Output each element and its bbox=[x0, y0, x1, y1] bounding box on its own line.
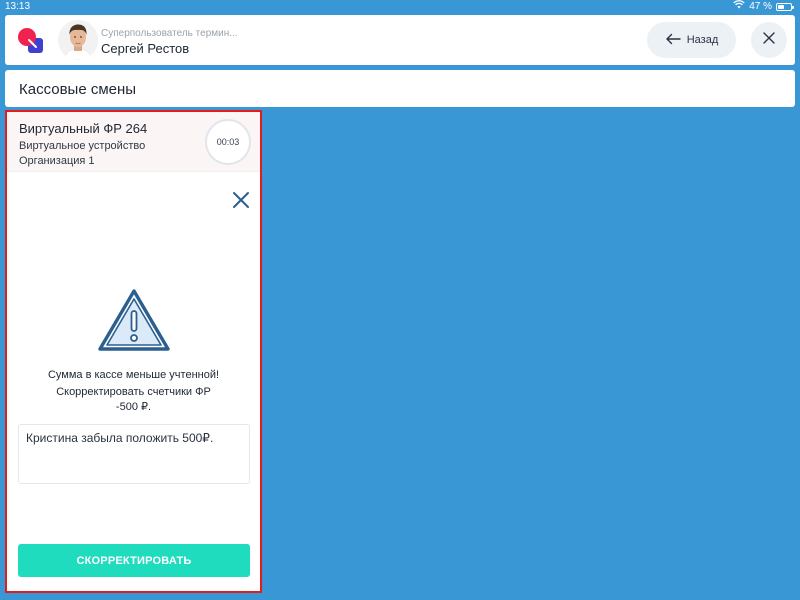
back-button-label: Назад bbox=[686, 34, 719, 46]
device-subtitle: Виртуальное устройство bbox=[19, 140, 146, 152]
device-title: Виртуальный ФР 264 bbox=[19, 121, 148, 136]
warning-amount: -500 ₽. bbox=[115, 401, 152, 413]
close-icon bbox=[763, 31, 775, 49]
back-button[interactable]: Назад bbox=[647, 22, 736, 58]
status-bar: 13:13 47 % bbox=[0, 0, 800, 14]
cash-shift-card: Виртуальный ФР 264 Виртуальное устройств… bbox=[7, 112, 260, 591]
battery-icon bbox=[776, 3, 794, 11]
warning-message-line1: Сумма в кассе меньше учтенной! bbox=[47, 369, 220, 381]
wifi-icon bbox=[733, 0, 745, 14]
app-header: Суперпользователь термин... Сергей Ресто… bbox=[5, 15, 795, 65]
warning-icon bbox=[97, 287, 171, 353]
section-header: Кассовые смены bbox=[5, 70, 795, 107]
arrow-left-icon bbox=[665, 33, 681, 48]
status-indicators: 47 % bbox=[733, 0, 794, 14]
device-header[interactable]: Виртуальный ФР 264 Виртуальное устройств… bbox=[7, 112, 260, 172]
avatar bbox=[58, 20, 98, 60]
app-logo-icon bbox=[17, 27, 47, 57]
page-title: Кассовые смены bbox=[19, 81, 137, 98]
warning-message-line2: Скорректировать счетчики ФР bbox=[56, 386, 211, 398]
shift-timer: 00:03 bbox=[205, 119, 251, 165]
device-organization: Организация 1 bbox=[19, 155, 95, 167]
correct-button[interactable]: СКОРРЕКТИРОВАТЬ bbox=[18, 544, 250, 577]
dialog-close-icon[interactable] bbox=[231, 190, 251, 210]
battery-percent: 47 % bbox=[749, 1, 772, 12]
comment-textarea[interactable]: Кристина забыла положить 500₽. bbox=[18, 424, 250, 484]
user-name: Сергей Рестов bbox=[101, 41, 190, 56]
close-button[interactable] bbox=[751, 22, 787, 58]
status-time: 13:13 bbox=[5, 1, 31, 12]
user-role: Суперпользователь термин... bbox=[101, 28, 238, 39]
